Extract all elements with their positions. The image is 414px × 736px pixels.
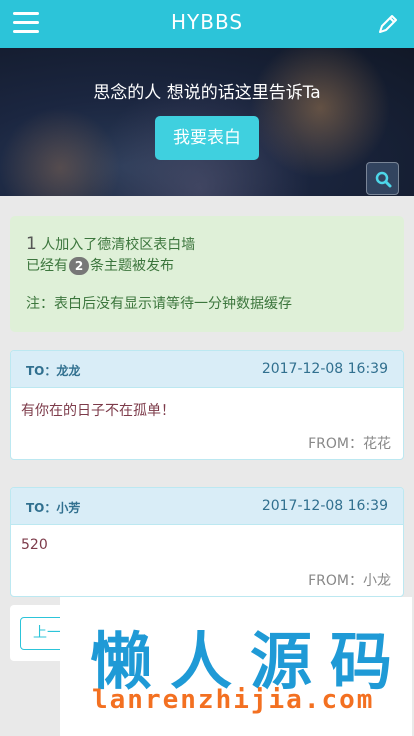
post-card-body: 520 FROM：小龙	[11, 525, 403, 596]
confess-button[interactable]: 我要表白	[155, 116, 259, 160]
topic-suffix: 条主题被发布	[90, 258, 174, 274]
post-recipient: TO：小芳	[26, 501, 81, 515]
stats-notice: 1 人加入了德清校区表白墙 已经有 2 条主题被发布 注：表白后没有显示请等待一分钟…	[10, 216, 404, 332]
post-recipient: TO：龙龙	[26, 364, 81, 378]
join-text: 人加入了德清校区表白墙	[36, 237, 196, 253]
post-card[interactable]: TO：龙龙 2017-12-08 16:39 有你在的日子不在孤单！ FROM：…	[10, 350, 404, 460]
site-title[interactable]: HYBBS	[0, 10, 414, 34]
search-button[interactable]	[366, 162, 399, 195]
post-sender: FROM：小龙	[308, 573, 391, 589]
watermark-overlay: 懒人源码 lanrenzhijia.com	[60, 597, 412, 736]
banner-slogan: 思念的人 想说的话这里告诉Ta	[93, 83, 321, 103]
join-count-line: 1 人加入了德清校区表白墙	[26, 234, 388, 255]
cache-note: 注：表白后没有显示请等待一分钟数据缓存	[26, 296, 292, 312]
post-message: 520	[21, 537, 48, 553]
post-card[interactable]: TO：小芳 2017-12-08 16:39 520 FROM：小龙	[10, 487, 404, 597]
post-message: 有你在的日子不在孤单！	[21, 403, 175, 419]
post-date: 2017-12-08 16:39	[261, 361, 388, 377]
pen-icon[interactable]	[376, 12, 400, 36]
post-date: 2017-12-08 16:39	[261, 498, 388, 514]
topic-count-badge: 2	[69, 257, 89, 275]
join-count: 1	[26, 234, 37, 254]
watermark-url: lanrenzhijia.com	[92, 685, 375, 715]
post-card-header: TO：龙龙 2017-12-08 16:39	[11, 351, 403, 388]
post-sender: FROM：花花	[308, 436, 391, 452]
post-card-header: TO：小芳 2017-12-08 16:39	[11, 488, 403, 525]
topic-count-line: 已经有 2 条主题被发布	[26, 255, 388, 276]
search-icon	[375, 171, 392, 188]
topic-prefix: 已经有	[26, 258, 68, 274]
post-card-body: 有你在的日子不在孤单！ FROM：花花	[11, 388, 403, 459]
hero-banner: 思念的人 想说的话这里告诉Ta 我要表白	[0, 48, 414, 196]
top-navbar: HYBBS	[0, 0, 414, 48]
